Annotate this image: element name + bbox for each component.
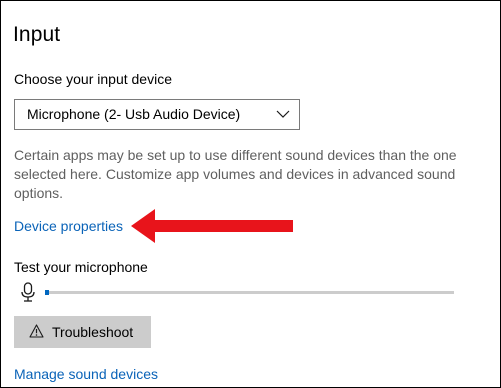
- troubleshoot-label: Troubleshoot: [52, 324, 134, 340]
- microphone-level-meter: [45, 290, 454, 295]
- warning-icon: [29, 324, 44, 338]
- troubleshoot-button[interactable]: Troubleshoot: [14, 316, 151, 348]
- chevron-down-icon: [276, 110, 290, 118]
- test-microphone-label: Test your microphone: [14, 259, 148, 275]
- microphone-level-fill: [45, 290, 49, 295]
- input-settings-panel: Input Choose your input device Microphon…: [0, 0, 501, 388]
- microphone-icon: [21, 282, 35, 302]
- input-device-selected-value: Microphone (2- Usb Audio Device): [27, 106, 241, 122]
- manage-sound-devices-link[interactable]: Manage sound devices: [14, 366, 158, 382]
- section-title: Input: [13, 23, 61, 46]
- device-properties-link[interactable]: Device properties: [14, 218, 123, 234]
- red-arrow-annotation: [131, 209, 293, 243]
- input-device-dropdown[interactable]: Microphone (2- Usb Audio Device): [14, 99, 300, 130]
- description-text: Certain apps may be set up to use differ…: [14, 147, 457, 201]
- input-device-label: Choose your input device: [14, 71, 172, 87]
